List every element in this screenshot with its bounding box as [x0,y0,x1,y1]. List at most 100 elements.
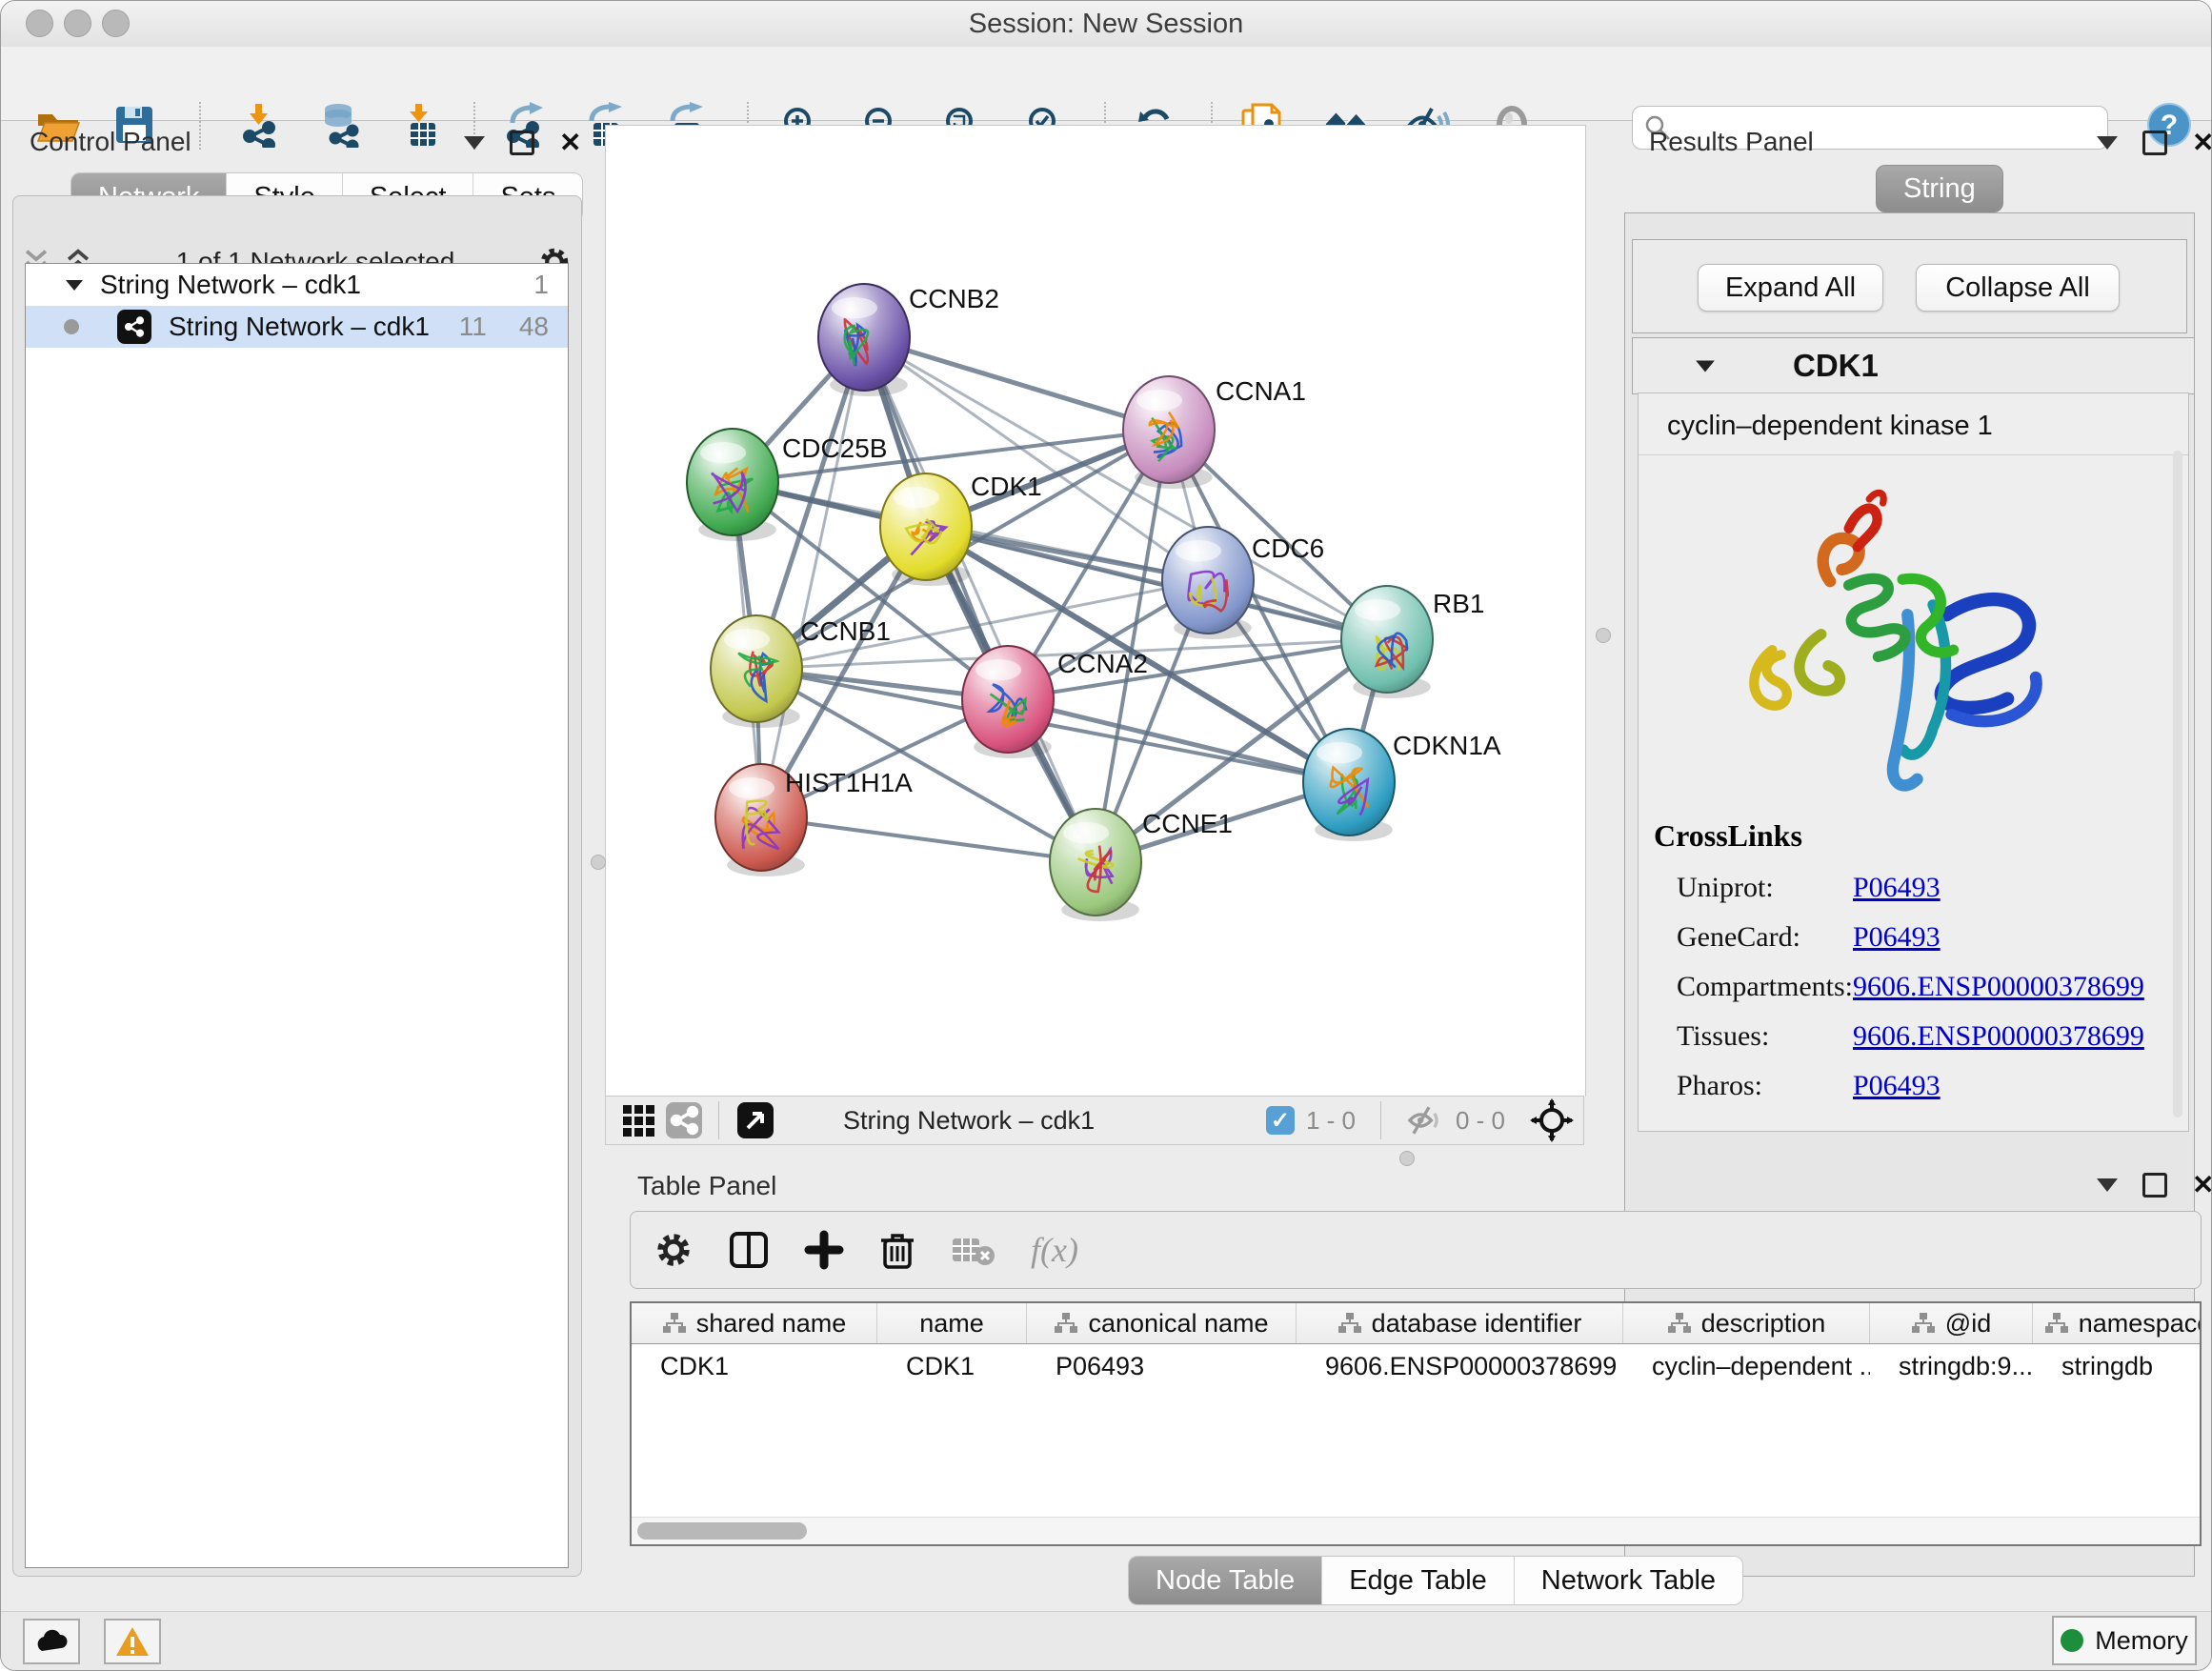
grid-view-icon[interactable] [617,1099,659,1141]
string-network-icon [117,310,151,344]
birds-eye-view-icon[interactable] [734,1099,776,1141]
network-status-dot [64,319,79,334]
import-network-icon [237,102,279,148]
gene-expander-icon[interactable] [1694,356,1717,375]
table-horizontal-scrollbar[interactable] [632,1517,2200,1544]
expand-all-button[interactable]: Expand All [1698,264,1883,312]
status-bar [1,1611,2211,1671]
crosslink-row: GeneCard: P06493 [1677,921,2172,954]
scrollbar-thumb[interactable] [637,1522,807,1540]
node-label-CCNB1: CCNB1 [800,616,891,646]
gene-section-header[interactable]: CDK1 [1632,337,2195,394]
tab-edge-table[interactable]: Edge Table [1322,1557,1515,1604]
crosslink-link[interactable]: 9606.ENSP00000378699 [1853,971,2144,1003]
collection-count: 1 [533,270,549,300]
tab-node-table[interactable]: Node Table [1129,1557,1322,1604]
hidden-counts: 0 - 0 [1456,1106,1505,1136]
network-tree: String Network – cdk1 1 String Network –… [25,263,569,1568]
crosslink-link[interactable]: P06493 [1853,872,1941,904]
import-network-file-button[interactable] [235,102,281,148]
float-panel-icon[interactable] [464,136,485,150]
crosslinks-title: CrossLinks [1654,818,1802,854]
crosslink-label: Uniprot: [1677,872,1853,904]
network-row[interactable]: String Network – cdk1 11 48 [26,306,568,348]
column-type-icon [1337,1312,1362,1335]
crosslink-row: Tissues: 9606.ENSP00000378699 [1677,1020,2172,1053]
crosslink-link[interactable]: 9606.ENSP00000378699 [1853,1020,2144,1053]
selected-checkbox-icon[interactable]: ✓ [1266,1106,1295,1135]
crosslink-label: Tissues: [1677,1020,1853,1053]
collapse-all-button[interactable]: Collapse All [1916,264,2120,312]
column-header-database-identifier[interactable]: database identifier [1297,1303,1623,1343]
close-panel-icon[interactable]: ✕ [2192,1176,2212,1195]
memory-button[interactable]: Memory [2052,1616,2197,1665]
table-options-gear-icon[interactable] [654,1230,694,1270]
protein-structure-image [1698,468,2098,820]
maximize-panel-icon[interactable] [2142,1173,2167,1198]
table-panel-controls: ✕ [2097,1173,2212,1198]
column-type-icon [1054,1312,1078,1335]
table-row[interactable]: CDK1CDK1P064939606.ENSP00000378699cyclin… [632,1344,2200,1388]
import-table-button[interactable] [397,102,443,148]
network-share-view-icon[interactable] [663,1099,705,1141]
collection-name: String Network – cdk1 [100,270,533,300]
maximize-panel-icon[interactable] [2142,131,2167,155]
tree-expander-icon[interactable] [64,276,85,293]
node-count: 11 [459,312,487,342]
fit-content-crosshair-icon[interactable] [1530,1098,1574,1142]
tab-string[interactable]: String [1876,165,2003,212]
create-column-plus-icon[interactable] [804,1230,844,1270]
close-panel-icon[interactable]: ✕ [2192,133,2212,152]
crosslink-link[interactable]: P06493 [1853,921,1941,954]
close-panel-icon[interactable]: ✕ [559,133,581,152]
warnings-button[interactable] [104,1619,161,1664]
float-panel-icon[interactable] [2097,136,2118,150]
column-type-icon [1667,1312,1692,1335]
network-graph[interactable]: CCNB2CCNA1CDC25BCDK1CDC6RB1CCNB1CCNA2CDK… [606,126,1585,1097]
node-label-CCNA2: CCNA2 [1057,649,1148,678]
toolbar-separator [718,1101,719,1139]
column-label: shared name [696,1309,847,1339]
show-columns-icon[interactable] [728,1230,770,1270]
maximize-panel-icon[interactable] [510,131,534,155]
column-header-canonical-name[interactable]: canonical name [1027,1303,1297,1343]
results-scrollbar[interactable] [2173,451,2182,1117]
bottom-splitter-handle[interactable] [1399,1151,1415,1166]
crosslink-row: Compartments: 9606.ENSP00000378699 [1677,971,2172,1003]
column-header-name[interactable]: name [877,1303,1027,1343]
cloud-status-button[interactable] [23,1619,80,1664]
column-header-description[interactable]: description [1623,1303,1870,1343]
column-type-icon [662,1312,687,1335]
column-type-icon [2044,1312,2069,1335]
window-title: Session: New Session [1,1,2211,47]
right-splitter-handle[interactable] [1596,628,1611,643]
gene-description: cyclin–dependent kinase 1 [1667,411,1993,442]
table-cell[interactable]: stringdb [2033,1352,2202,1381]
column-header--id[interactable]: @id [1870,1303,2033,1343]
table-cell[interactable]: CDK1 [632,1352,877,1381]
import-network-database-button[interactable] [316,102,362,148]
table-cell[interactable]: cyclin–dependent ... [1623,1352,1870,1381]
results-panel-controls: ✕ [2097,131,2212,155]
network-name: String Network – cdk1 [169,312,459,342]
column-header-shared-name[interactable]: shared name [632,1303,877,1343]
selected-counts: 1 - 0 [1306,1106,1356,1136]
table-cell[interactable]: CDK1 [877,1352,1027,1381]
crosslink-label: Compartments: [1677,971,1853,1003]
column-label: @id [1945,1309,1991,1339]
table-cell[interactable]: P06493 [1027,1352,1297,1381]
network-collection-row[interactable]: String Network – cdk1 1 [26,264,568,306]
table-cell[interactable]: stringdb:9... [1870,1352,2033,1381]
left-splitter-handle[interactable] [591,855,606,870]
cloud-icon [32,1628,70,1655]
table-cell[interactable]: 9606.ENSP00000378699 [1297,1352,1623,1381]
column-header-namespace[interactable]: namespace [2033,1303,2202,1343]
float-panel-icon[interactable] [2097,1178,2118,1192]
node-table[interactable]: shared name namecanonical namedatabase id… [630,1301,2202,1546]
table-panel-title: Table Panel [637,1171,776,1201]
crosslink-link[interactable]: P06493 [1853,1070,1941,1102]
network-canvas[interactable]: CCNB2CCNA1CDC25BCDK1CDC6RB1CCNB1CCNA2CDK… [605,125,1586,1097]
table-panel-tabs: Node Table Edge Table Network Table [1128,1556,1743,1605]
delete-column-trash-icon[interactable] [878,1229,916,1271]
tab-network-table[interactable]: Network Table [1515,1557,1742,1604]
